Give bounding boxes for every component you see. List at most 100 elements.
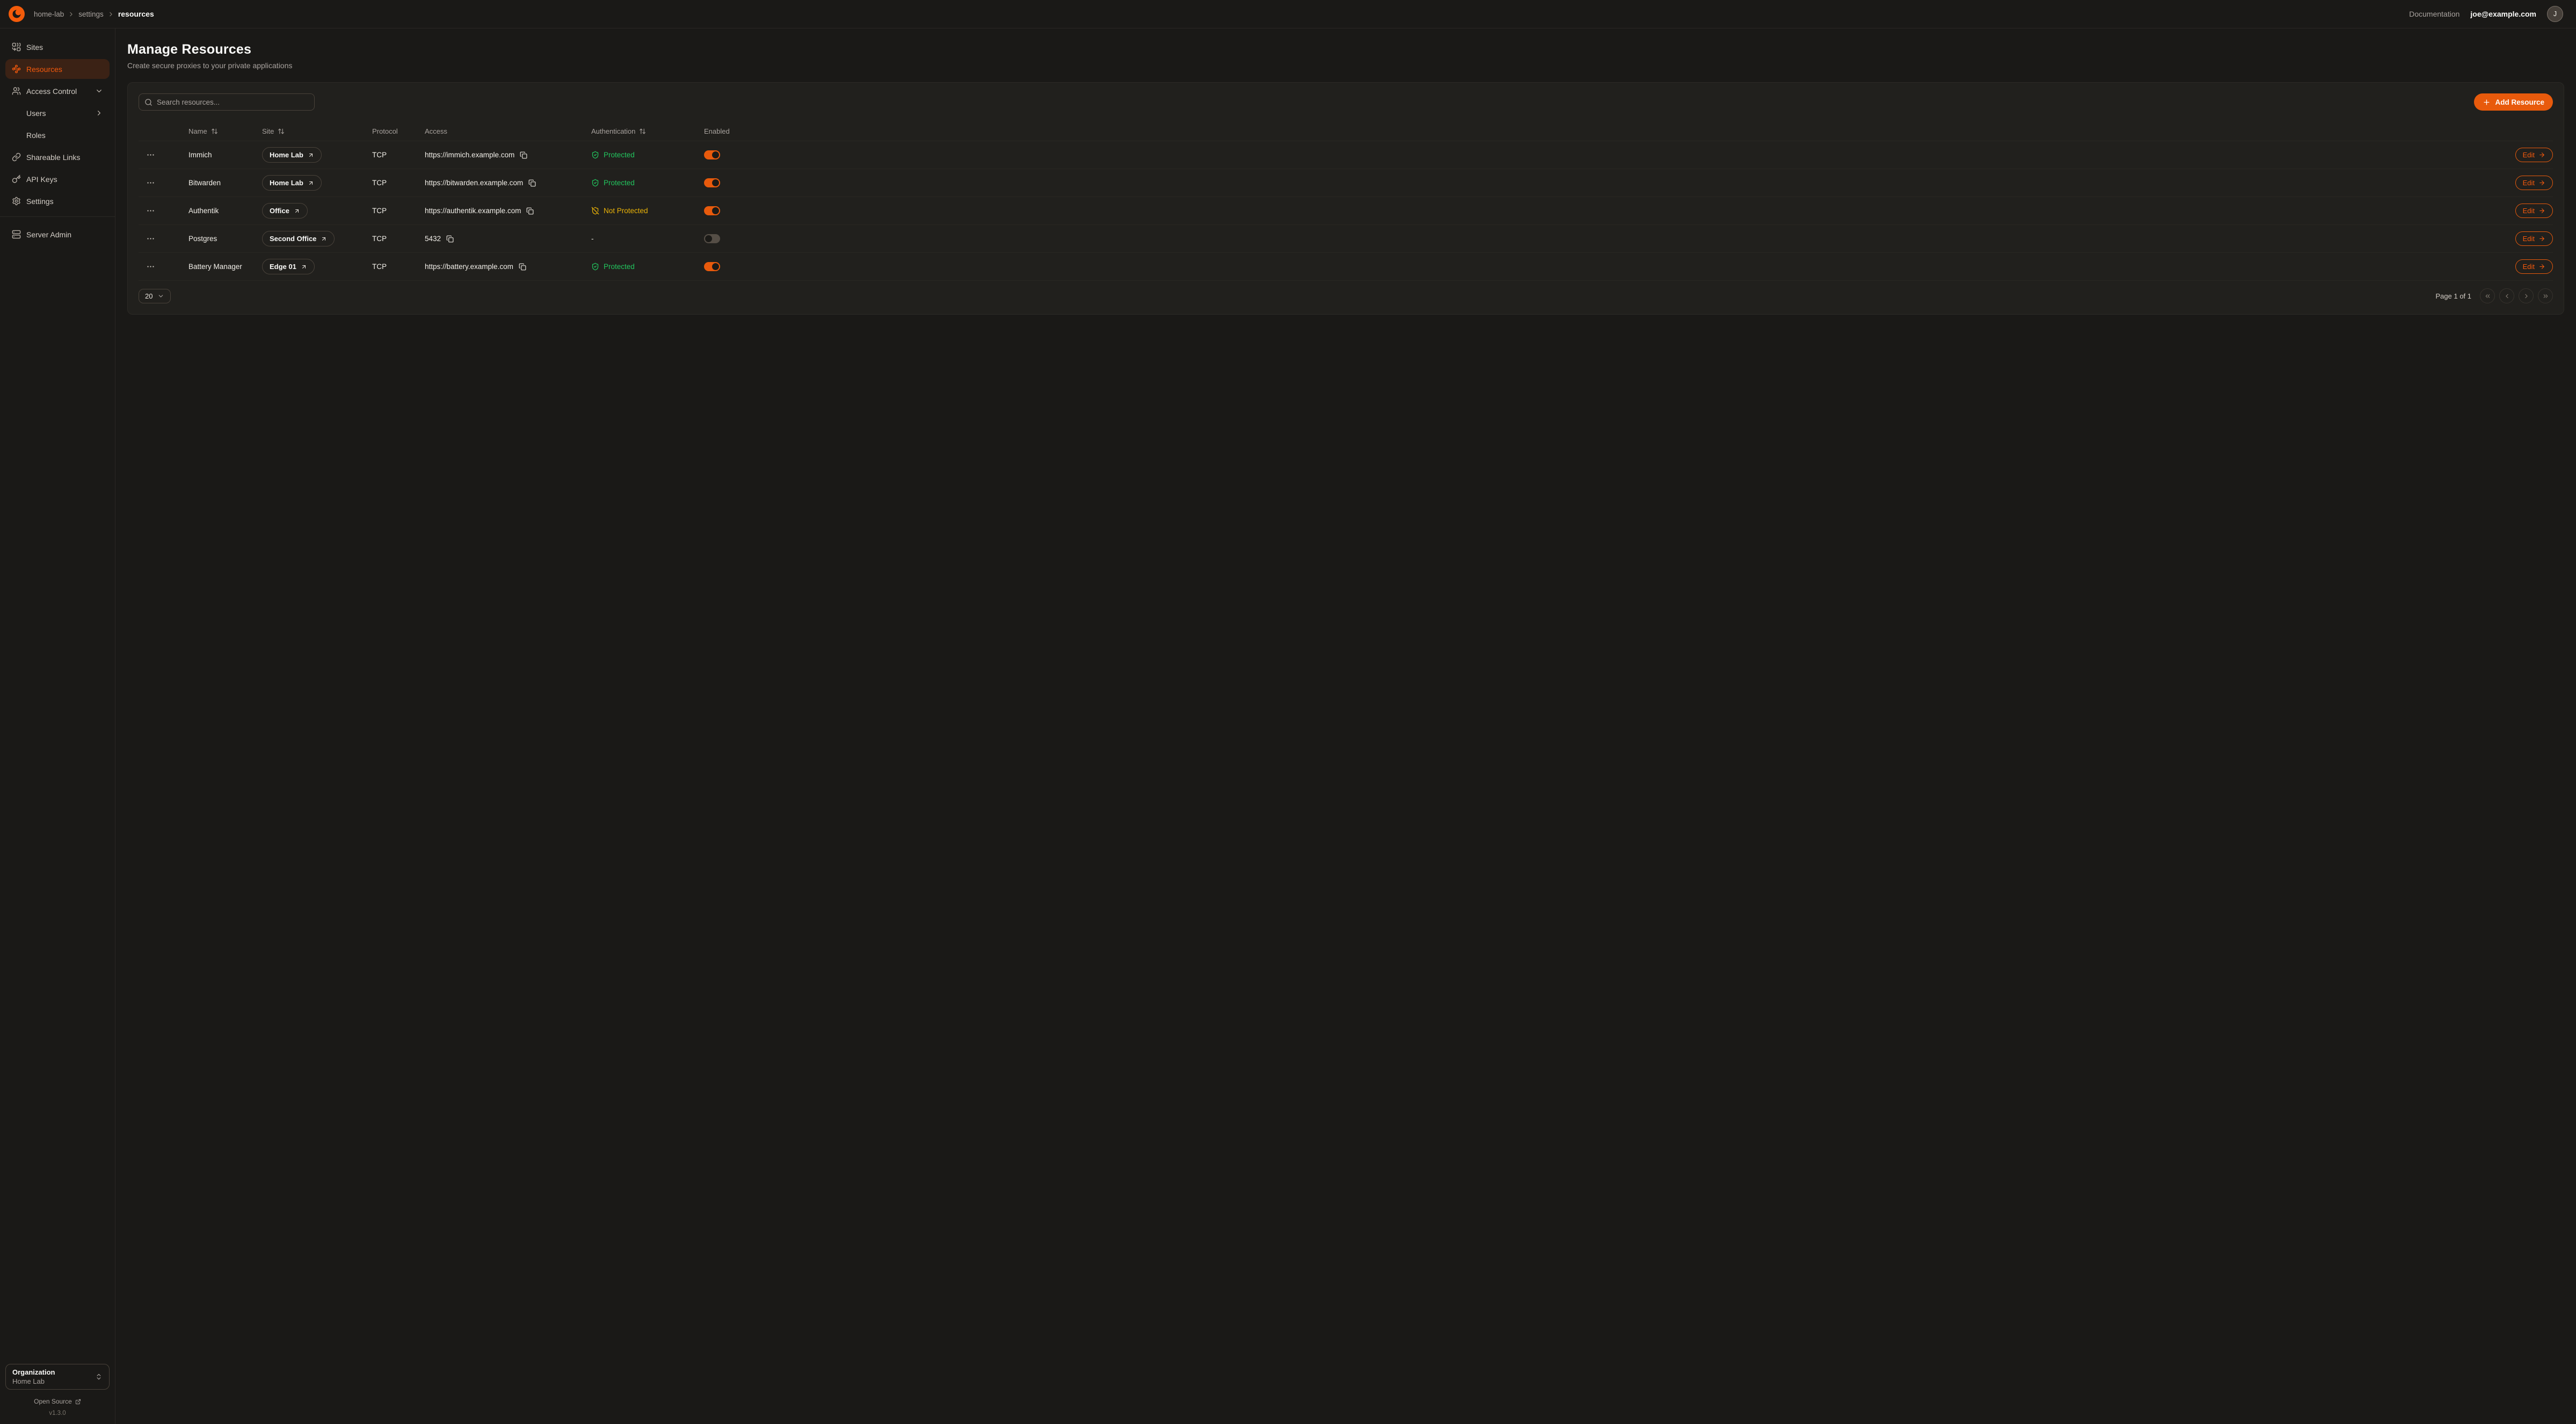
sidebar-item-label: API Keys [26, 175, 57, 184]
table-row: Authentik Office TCP https://authentik.e… [139, 197, 2553, 225]
protocol-value: TCP [372, 179, 425, 187]
sidebar-item-label: Server Admin [26, 230, 71, 239]
breadcrumb: home-lab settings resources [34, 10, 154, 18]
resource-name: Bitwarden [188, 179, 262, 187]
sidebar-item-settings[interactable]: Settings [5, 191, 110, 211]
row-menu-button[interactable] [146, 234, 155, 243]
copy-icon [528, 179, 536, 187]
open-source-link[interactable]: Open Source [5, 1398, 110, 1405]
page-size-select[interactable]: 20 [139, 289, 171, 303]
arrow-up-right-icon [308, 152, 314, 158]
edit-button[interactable]: Edit [2515, 176, 2553, 190]
toggle-knob [712, 263, 719, 270]
sidebar-item-roles[interactable]: Roles [5, 125, 110, 145]
search-icon [144, 98, 153, 106]
row-menu-button[interactable] [146, 262, 155, 271]
copy-button[interactable] [446, 235, 454, 243]
last-page-button[interactable] [2538, 288, 2553, 303]
edit-button[interactable]: Edit [2515, 148, 2553, 162]
toggle-knob [712, 207, 719, 214]
column-header-authentication[interactable]: Authentication [591, 127, 646, 135]
copy-button[interactable] [526, 207, 534, 215]
copy-icon [520, 151, 527, 159]
column-header-site[interactable]: Site [262, 127, 285, 135]
column-header-name[interactable]: Name [188, 127, 218, 135]
column-header-protocol: Protocol [372, 127, 398, 135]
organization-value: Home Lab [12, 1377, 55, 1385]
users-icon [12, 86, 21, 96]
sidebar-item-access-control[interactable]: Access Control [5, 81, 110, 101]
sidebar-item-sites[interactable]: Sites [5, 37, 110, 57]
add-resource-button[interactable]: Add Resource [2474, 93, 2553, 111]
enabled-toggle[interactable] [704, 262, 720, 271]
avatar[interactable]: J [2547, 6, 2563, 22]
site-link-button[interactable]: Home Lab [262, 147, 322, 163]
arrow-up-right-icon [321, 236, 327, 242]
site-link-button[interactable]: Second Office [262, 231, 335, 246]
documentation-link[interactable]: Documentation [2409, 10, 2459, 18]
chevrons-right-icon [2542, 293, 2549, 300]
table-toolbar: Add Resource [139, 93, 2553, 111]
copy-button[interactable] [520, 151, 527, 159]
sidebar-item-label: Sites [26, 43, 43, 52]
table-row: Immich Home Lab TCP https://immich.examp… [139, 141, 2553, 169]
toggle-knob [712, 179, 719, 186]
enabled-toggle[interactable] [704, 178, 720, 187]
settings-icon [12, 197, 21, 206]
organization-selector[interactable]: Organization Home Lab [5, 1364, 110, 1390]
edit-button[interactable]: Edit [2515, 231, 2553, 246]
sidebar-item-server-admin[interactable]: Server Admin [5, 224, 110, 244]
sidebar-item-label: Roles [26, 131, 46, 140]
sidebar-item-users[interactable]: Users [5, 103, 110, 123]
auth-status: Protected [591, 151, 635, 159]
row-menu-button[interactable] [146, 150, 155, 159]
sidebar-item-api-keys[interactable]: API Keys [5, 169, 110, 189]
pagination-controls [2480, 288, 2553, 303]
site-link-button[interactable]: Edge 01 [262, 259, 315, 274]
main-content: Manage Resources Create secure proxies t… [115, 28, 2576, 336]
copy-button[interactable] [528, 179, 536, 187]
site-link-button[interactable]: Office [262, 203, 308, 219]
site-link-button[interactable]: Home Lab [262, 175, 322, 191]
toggle-knob [712, 151, 719, 158]
previous-page-button[interactable] [2499, 288, 2514, 303]
breadcrumb-settings[interactable]: settings [78, 10, 104, 18]
chevron-right-icon [2523, 293, 2530, 300]
chevron-right-icon [68, 11, 75, 18]
copy-button[interactable] [519, 263, 526, 271]
sidebar-item-resources[interactable]: Resources [5, 59, 110, 79]
edit-button[interactable]: Edit [2515, 259, 2553, 274]
enabled-toggle[interactable] [704, 234, 720, 243]
resource-name: Battery Manager [188, 263, 262, 271]
resource-name: Immich [188, 151, 262, 159]
app-logo-icon[interactable] [8, 5, 26, 23]
chevron-left-icon [2504, 293, 2510, 300]
auth-status: Protected [591, 263, 635, 271]
table-row: Battery Manager Edge 01 TCP https://batt… [139, 253, 2553, 281]
auth-status: Not Protected [591, 207, 648, 215]
breadcrumb-org[interactable]: home-lab [34, 10, 64, 18]
sidebar-item-label: Access Control [26, 87, 77, 96]
first-page-button[interactable] [2480, 288, 2495, 303]
shield-check-icon [591, 263, 599, 271]
enabled-toggle[interactable] [704, 150, 720, 159]
protocol-value: TCP [372, 263, 425, 271]
search-input[interactable] [157, 98, 309, 106]
table-footer: 20 Page 1 of 1 [139, 288, 2553, 303]
table-body: Immich Home Lab TCP https://immich.examp… [139, 141, 2553, 281]
user-email[interactable]: joe@example.com [2470, 10, 2536, 18]
row-menu-button[interactable] [146, 178, 155, 187]
sidebar-item-shareable-links[interactable]: Shareable Links [5, 147, 110, 167]
arrow-right-icon [2538, 207, 2545, 214]
ellipsis-icon [146, 234, 155, 243]
sort-icon [211, 128, 218, 135]
row-menu-button[interactable] [146, 206, 155, 215]
edit-button[interactable]: Edit [2515, 204, 2553, 218]
next-page-button[interactable] [2519, 288, 2534, 303]
version-label: v1.3.0 [5, 1410, 110, 1416]
access-url: 5432 [425, 235, 441, 243]
enabled-toggle[interactable] [704, 206, 720, 215]
page-info: Page 1 of 1 [2436, 292, 2472, 300]
plus-icon [2483, 98, 2491, 106]
server-icon [12, 230, 21, 239]
